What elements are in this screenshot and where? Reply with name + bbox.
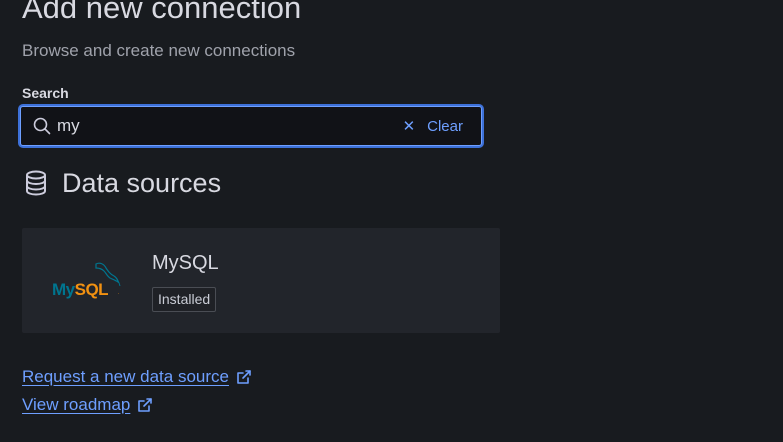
search-label: Search (22, 85, 69, 101)
database-icon (22, 168, 50, 198)
mysql-logo: MySQL . (48, 258, 124, 302)
page-title: Add new connection (22, 0, 302, 25)
request-data-source-label: Request a new data source (22, 367, 229, 386)
clear-button[interactable]: ✕ Clear (403, 118, 463, 135)
svg-text:.: . (118, 290, 119, 296)
add-connection-page: Add new connection Browse and create new… (0, 0, 783, 442)
search-icon (31, 115, 53, 137)
svg-text:MySQL: MySQL (52, 280, 108, 299)
page-subtitle: Browse and create new connections (22, 41, 296, 60)
view-roadmap-label: View roadmap (22, 395, 131, 414)
external-link-icon (236, 369, 252, 385)
search-field[interactable]: ✕ Clear (20, 106, 482, 146)
datasource-card-mysql[interactable]: MySQL . MySQL Installed (22, 228, 500, 333)
data-sources-heading: Data sources (22, 166, 221, 200)
datasource-name: MySQL (152, 252, 219, 274)
section-title: Data sources (62, 168, 222, 198)
close-icon: ✕ (402, 117, 416, 135)
clear-button-label: Clear (427, 117, 463, 135)
search-input[interactable] (57, 111, 403, 141)
view-roadmap-link[interactable]: View roadmap (22, 395, 153, 415)
request-data-source-link[interactable]: Request a new data source (22, 367, 252, 387)
external-link-icon (137, 397, 153, 413)
installed-badge: Installed (152, 287, 217, 312)
